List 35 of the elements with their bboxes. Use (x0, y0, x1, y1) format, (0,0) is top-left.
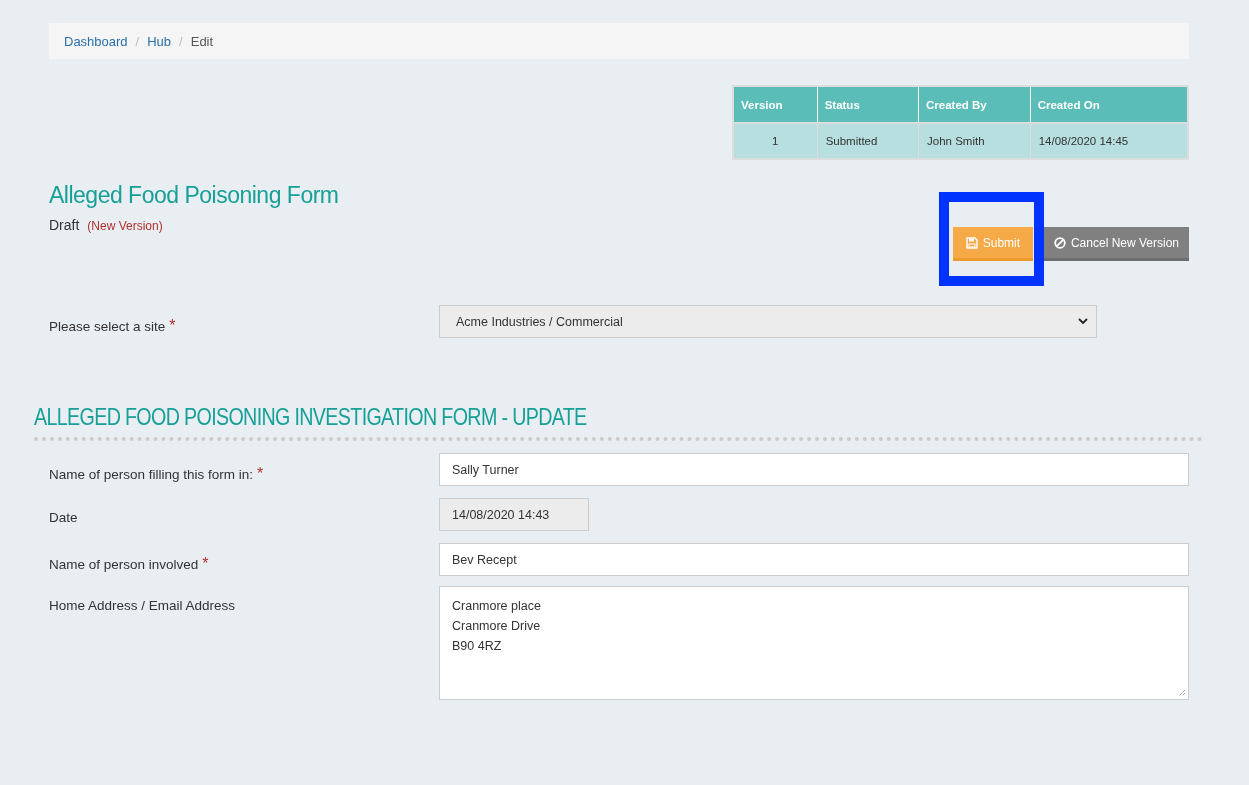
breadcrumb-link[interactable]: Hub (147, 33, 172, 49)
table-cell: John Smith (918, 123, 1031, 159)
field-label: Please select a site (49, 319, 166, 334)
column-header: Created By (918, 86, 1031, 123)
cancel-button[interactable]: Cancel New Version (1043, 227, 1189, 261)
required-mark: * (202, 555, 209, 572)
required-mark: * (257, 465, 264, 482)
section-title: ALLEGED FOOD POISONING INVESTIGATION FORM - UPDATE (34, 403, 588, 431)
chevron-down-icon (1078, 318, 1088, 325)
address-textarea[interactable]: Cranmore place Cranmore Drive B90 4RZ (439, 586, 1189, 700)
ban-icon (1053, 236, 1066, 249)
field-label: Home Address / Email Address (49, 598, 236, 613)
table-cell: 14/08/2020 14:45 (1030, 123, 1188, 159)
field-label: Name of person involved (49, 557, 199, 572)
field-label: Date (49, 510, 78, 525)
table-cell: 1 (733, 123, 818, 159)
breadcrumb-current: Edit (190, 33, 214, 49)
breadcrumb-link[interactable]: Dashboard (64, 33, 128, 49)
breadcrumb-separator: / (179, 33, 183, 49)
table-cell: Submitted (817, 123, 919, 159)
status-note: (New Version) (87, 219, 163, 233)
text-field[interactable]: Sally Turner (439, 453, 1189, 486)
required-mark: * (169, 317, 176, 334)
breadcrumb-separator: / (135, 33, 140, 49)
form-title: Alleged Food Poisoning Form (49, 182, 339, 209)
column-header: Status (817, 86, 919, 123)
status-text: Draft (49, 217, 80, 233)
column-header: Version (733, 86, 818, 123)
date-field[interactable]: 14/08/2020 14:43 (439, 498, 589, 531)
field-label: Name of person filling this form in: (49, 467, 254, 482)
resize-grip-icon (1178, 689, 1186, 697)
text-field[interactable]: Bev Recept (439, 543, 1189, 576)
save-icon (965, 236, 978, 249)
site-select[interactable]: Acme Industries / Commercial (439, 305, 1097, 338)
column-header: Created On (1030, 86, 1188, 123)
